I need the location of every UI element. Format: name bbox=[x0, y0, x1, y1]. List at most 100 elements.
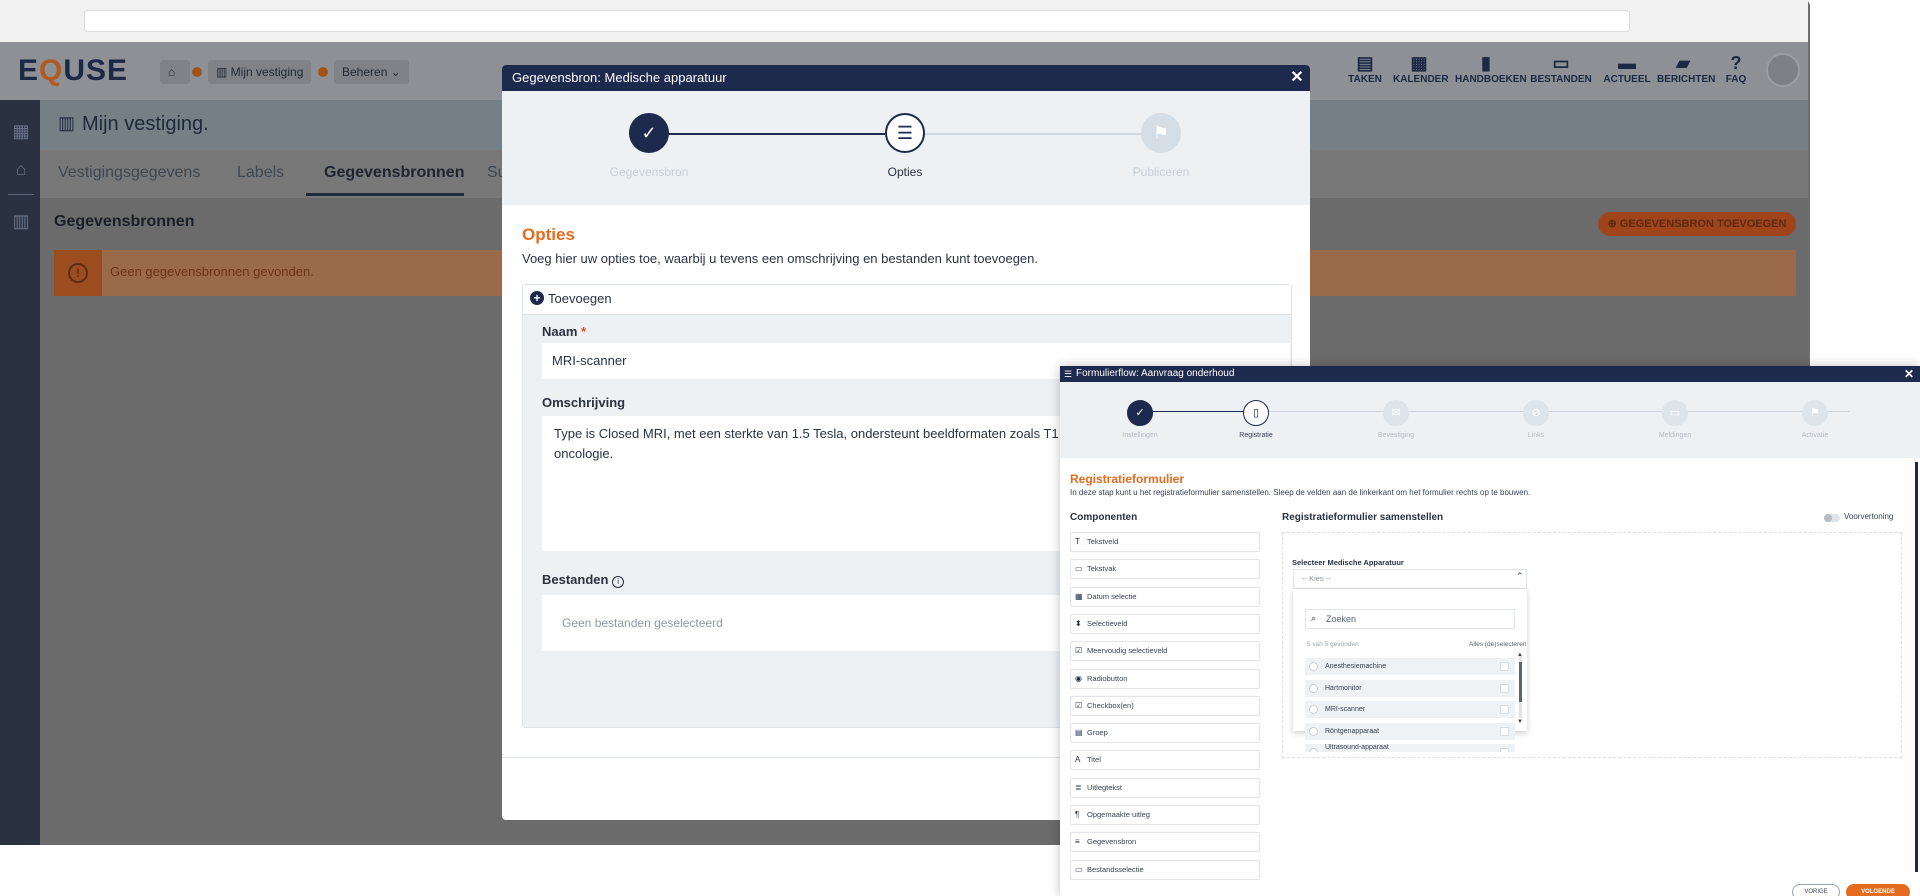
equipment-select[interactable]: -- Kies -- bbox=[1293, 569, 1527, 589]
component-item[interactable]: ◉ Radiobutton bbox=[1070, 668, 1260, 689]
address-bar[interactable] bbox=[84, 10, 1630, 32]
add-datasource-button[interactable]: ⊕ GEGEVENSBRON TOEVOEGEN bbox=[1598, 212, 1796, 236]
option-checkbox[interactable] bbox=[1500, 683, 1509, 693]
topnav-actueel[interactable]: ▬ ACTUEEL bbox=[1601, 52, 1653, 85]
scroll-down-icon[interactable]: ▼ bbox=[1517, 719, 1523, 725]
component-item[interactable]: ⬍ Selectieveld bbox=[1070, 613, 1260, 634]
topnav-faq[interactable]: ? FAQ bbox=[1710, 52, 1762, 85]
step-registratie-document-icon[interactable]: ▯ bbox=[1243, 400, 1269, 426]
component-item[interactable]: ▦ Datum selectie bbox=[1070, 586, 1260, 607]
modal-scrollbar[interactable] bbox=[1915, 462, 1918, 872]
step-gegevensbron-check-icon[interactable]: ✓ bbox=[629, 113, 669, 153]
topnav-berichten[interactable]: ▰ BERICHTEN bbox=[1657, 52, 1715, 85]
multiselect-icon: ☑ bbox=[1075, 646, 1083, 656]
breadcrumb-beheren[interactable]: Beheren ⌄ bbox=[334, 60, 409, 84]
topnav-label: FAQ bbox=[1725, 74, 1747, 85]
topnav-label: BESTANDEN bbox=[1530, 74, 1592, 85]
equse-logo[interactable]: EQUSE bbox=[18, 54, 128, 88]
section-title: Registratieformulier bbox=[1070, 472, 1185, 486]
component-item[interactable]: ▭ Bestandsselectie bbox=[1070, 859, 1260, 880]
step-activatie-flag-icon[interactable]: ⚑ bbox=[1802, 400, 1828, 426]
dropdown-option[interactable]: Hartmonitor bbox=[1305, 679, 1515, 697]
option-radio[interactable] bbox=[1309, 683, 1318, 693]
component-item[interactable]: A Titel bbox=[1070, 750, 1260, 771]
component-item[interactable]: ☑ Checkbox(en) bbox=[1070, 695, 1260, 716]
step-meldingen-monitor-icon[interactable]: ▭ bbox=[1662, 400, 1688, 426]
component-label: Checkbox(en) bbox=[1087, 700, 1134, 710]
building-icon: ▥ bbox=[58, 113, 76, 133]
page-title: Mijn vestiging. bbox=[82, 113, 209, 135]
topnav-label: KALENDER bbox=[1393, 74, 1449, 85]
option-radio[interactable] bbox=[1309, 726, 1318, 736]
option-radio[interactable] bbox=[1309, 748, 1318, 753]
topnav-bestanden[interactable]: ▭ BESTANDEN bbox=[1530, 52, 1592, 85]
step-instellingen-check-icon[interactable]: ✓ bbox=[1127, 400, 1153, 426]
topnav-taken[interactable]: ▤ TAKEN bbox=[1339, 52, 1391, 85]
option-checkbox[interactable] bbox=[1500, 748, 1509, 753]
step-opties-list-icon[interactable]: ☰ bbox=[885, 113, 925, 153]
component-label: Bestandsselectie bbox=[1087, 864, 1144, 874]
close-icon[interactable]: ✕ bbox=[1902, 366, 1916, 382]
close-icon[interactable]: ✕ bbox=[1288, 65, 1306, 91]
dropdown-scrollbar-thumb[interactable] bbox=[1519, 662, 1522, 702]
dropdown-search-input[interactable]: Zoeken bbox=[1305, 609, 1515, 629]
radio-icon: ◉ bbox=[1075, 673, 1082, 683]
option-label: Röntgenapparaat bbox=[1325, 727, 1380, 735]
component-label: Tekstvak bbox=[1087, 564, 1117, 574]
option-radio[interactable] bbox=[1309, 662, 1318, 671]
tab-gegevensbronnen[interactable]: Gegevensbronnen bbox=[324, 164, 464, 182]
dropdown-option[interactable]: Röntgenapparaat bbox=[1305, 722, 1515, 740]
preview-toggle-knob[interactable] bbox=[1824, 514, 1832, 522]
modal-header: Formulierflow: Aanvraag onderhoud bbox=[1060, 366, 1920, 382]
select-all-link[interactable]: Alles (de)selecteren bbox=[1469, 641, 1526, 648]
component-item[interactable]: ≡ Gegevensbron bbox=[1070, 832, 1260, 853]
step-connector-pending bbox=[925, 133, 1141, 135]
home-icon[interactable]: ⌂ bbox=[10, 158, 32, 180]
previous-button[interactable]: VORIGE bbox=[1792, 884, 1840, 896]
topnav-kalender[interactable]: ▦ KALENDER bbox=[1393, 52, 1449, 85]
topnav-handboeken[interactable]: ▮ HANDBOEKEN bbox=[1455, 52, 1527, 85]
dropdown-option[interactable]: Anesthesiemachine bbox=[1305, 658, 1515, 675]
component-item[interactable]: ▭ Tekstvak bbox=[1070, 559, 1260, 580]
component-item[interactable]: ¶ Opgemaakte uitleg bbox=[1070, 805, 1260, 825]
step-label-meldingen: Meldingen bbox=[1658, 432, 1692, 439]
option-checkbox[interactable] bbox=[1500, 726, 1509, 736]
plus-circle-icon[interactable]: + bbox=[530, 291, 544, 305]
chevron-up-icon[interactable]: ⌃ bbox=[1516, 571, 1524, 582]
step-label-instellingen: Instellingen bbox=[1122, 432, 1158, 439]
dropdown-option[interactable]: MRI-scanner bbox=[1305, 701, 1515, 719]
next-button[interactable]: VOLGENDE bbox=[1846, 884, 1910, 896]
archive-icon: ▭ bbox=[1552, 53, 1570, 73]
breadcrumb-separator-icon bbox=[192, 67, 202, 77]
info-icon[interactable]: i bbox=[612, 576, 625, 588]
breadcrumb-home[interactable]: ⌂ bbox=[160, 60, 190, 84]
step-label-gegevensbron: Gegevensbron bbox=[609, 165, 689, 179]
alert-text: Geen gegevensbronnen gevonden. bbox=[110, 264, 314, 279]
component-item[interactable]: ▤ Groep bbox=[1070, 723, 1260, 744]
breadcrumb-vestiging[interactable]: ▥ Mijn vestiging bbox=[208, 60, 312, 84]
building-icon[interactable]: ▥ bbox=[10, 210, 32, 232]
tab-vestigingsgegevens[interactable]: Vestigingsgegevens bbox=[58, 164, 200, 182]
step-bevestiging-mail-icon[interactable]: ✉ bbox=[1383, 400, 1409, 426]
monitor-icon: ▭ bbox=[1075, 864, 1083, 874]
option-label: Anesthesiemachine bbox=[1325, 663, 1387, 670]
grid-icon[interactable]: ▦ bbox=[10, 120, 32, 142]
option-checkbox[interactable] bbox=[1500, 662, 1509, 671]
user-avatar[interactable] bbox=[1766, 53, 1800, 87]
option-radio[interactable] bbox=[1309, 705, 1318, 715]
add-option-label[interactable]: Toevoegen bbox=[548, 291, 612, 306]
component-item[interactable]: ≣ Uitlegtekst bbox=[1070, 777, 1260, 798]
modal-header: Gegevensbron: Medische apparatuur bbox=[502, 65, 1310, 91]
breadcrumb-beheren-label: Beheren bbox=[342, 65, 388, 79]
component-item[interactable]: T Tekstveld bbox=[1070, 532, 1260, 552]
option-checkbox[interactable] bbox=[1500, 705, 1509, 715]
database-icon: ≡ bbox=[1075, 837, 1080, 847]
step-label-links: Links bbox=[1527, 432, 1545, 439]
dropdown-option[interactable]: Ultrasound-apparaat bbox=[1305, 744, 1515, 753]
component-item[interactable]: ☑ Meervoudig selectieveld bbox=[1070, 641, 1260, 662]
add-option-row[interactable] bbox=[523, 285, 1291, 315]
group-icon: ▤ bbox=[1075, 728, 1083, 738]
tab-labels[interactable]: Labels bbox=[237, 164, 284, 182]
step-links-link-icon[interactable]: ⊘ bbox=[1523, 400, 1549, 426]
step-publiceren-flag-icon[interactable]: ⚑ bbox=[1141, 113, 1181, 153]
